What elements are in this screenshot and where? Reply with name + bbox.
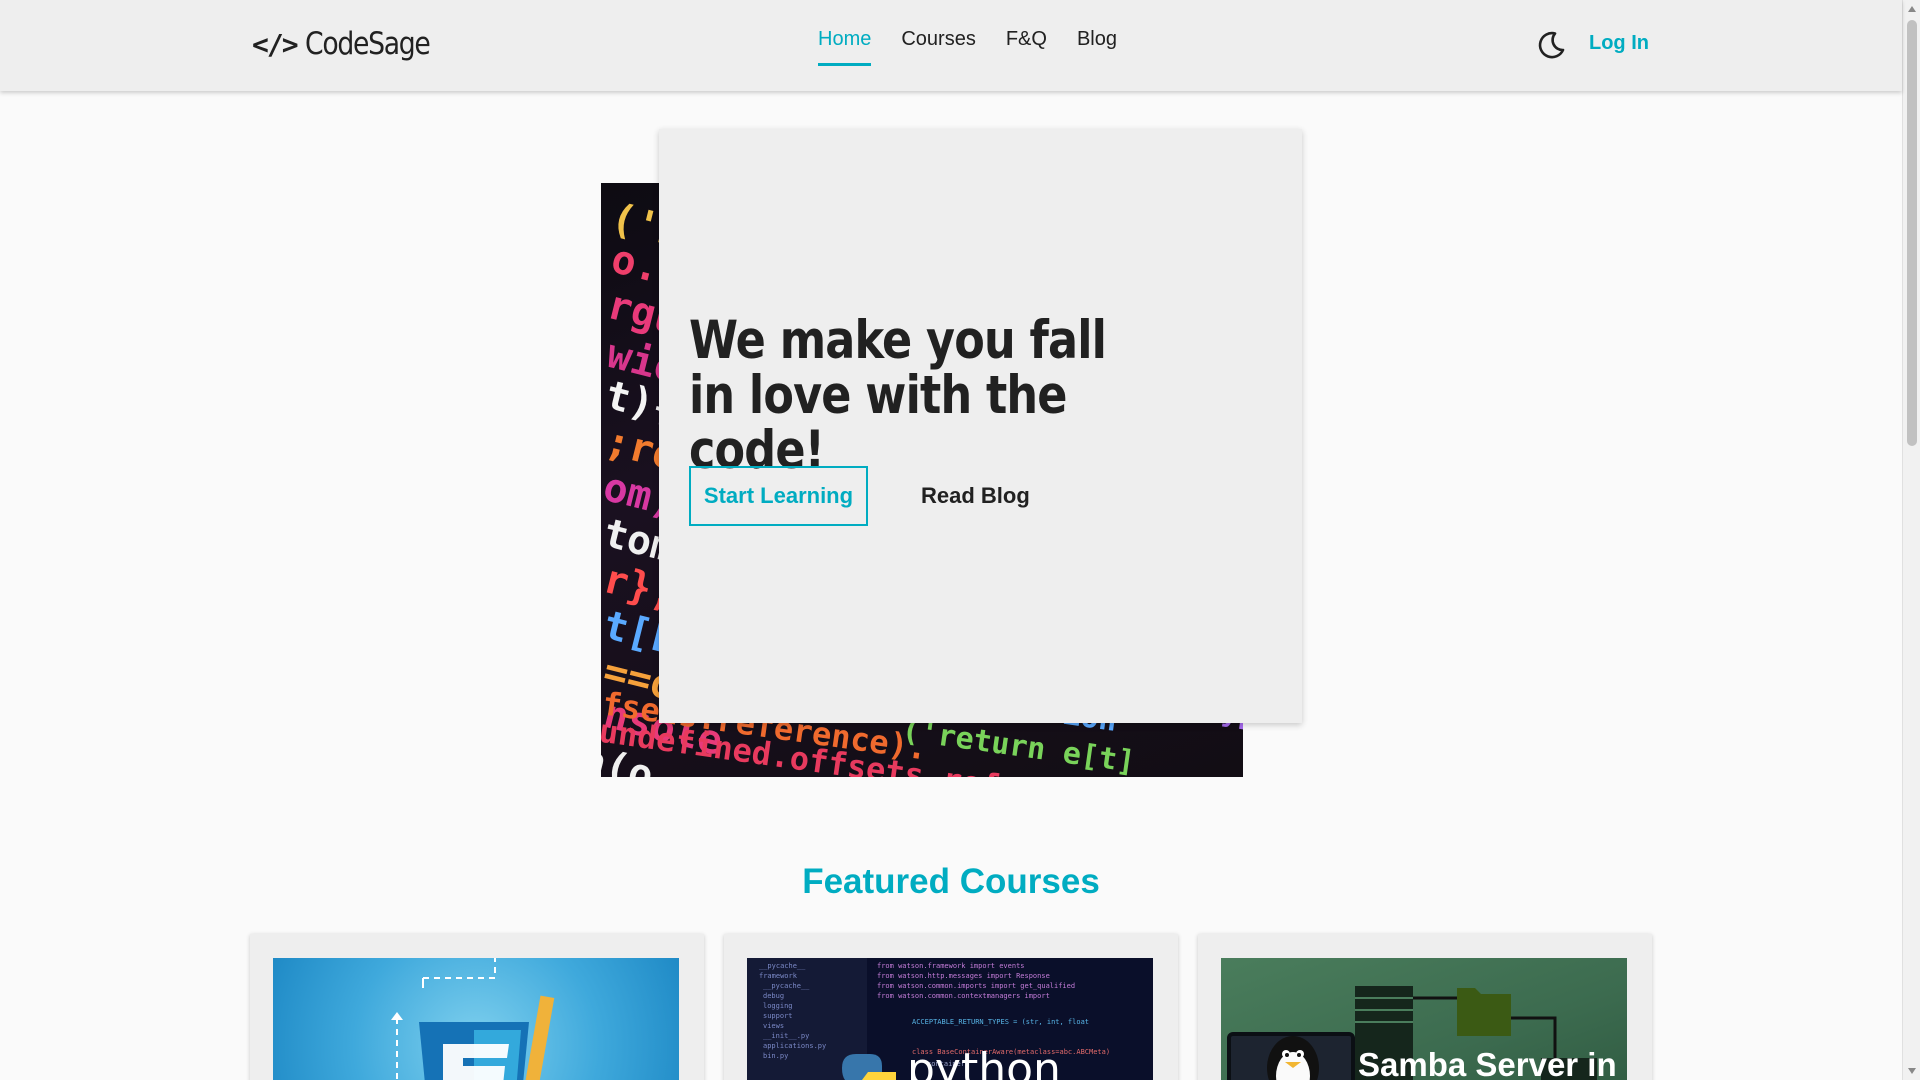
course-card-samba[interactable]: Samba Server in	[1198, 934, 1652, 1080]
css-course-image	[273, 958, 679, 1080]
svg-text:__pycache__: __pycache__	[759, 962, 806, 970]
nav-faq[interactable]: F&Q	[1006, 28, 1047, 66]
nav-home[interactable]: Home	[818, 28, 872, 66]
svg-text:support: support	[763, 1012, 793, 1020]
svg-text:debug: debug	[763, 992, 784, 1000]
svg-text:views: views	[763, 1022, 784, 1030]
featured-courses-title: Featured Courses	[802, 862, 1100, 901]
page-scrollbar[interactable]	[1902, 0, 1920, 1080]
course-card-css[interactable]	[250, 934, 704, 1080]
brand-name: CodeSage	[304, 26, 431, 62]
svg-text:ACCEPTABLE_RETURN_TYPES = (str: ACCEPTABLE_RETURN_TYPES = (str, int, flo…	[912, 1018, 1089, 1026]
css-logo-icon	[391, 958, 555, 1080]
scroll-thumb[interactable]	[1907, 20, 1917, 446]
scroll-down-arrow-icon[interactable]	[1908, 1068, 1916, 1074]
scroll-up-arrow-icon[interactable]	[1908, 6, 1916, 12]
python-course-image: __pycache__ framework __pycache__ debug log…	[747, 958, 1153, 1080]
main-nav: Home Courses F&Q Blog	[818, 28, 1117, 66]
svg-text:__init__.py: __init__.py	[763, 1032, 809, 1040]
top-navbar: </> CodeSage Home Courses F&Q Blog Log I…	[0, 0, 1902, 91]
moon-icon[interactable]	[1536, 30, 1566, 60]
svg-text:applications.py: applications.py	[763, 1042, 826, 1050]
code-brackets-icon: </>	[252, 27, 299, 61]
svg-text:logging: logging	[763, 1002, 793, 1010]
svg-text:from watson.common.imports imp: from watson.common.imports import get_qu…	[877, 982, 1075, 990]
samba-course-image: Samba Server in	[1221, 958, 1627, 1080]
course-card-python[interactable]: __pycache__ framework __pycache__ debug log…	[724, 934, 1178, 1080]
login-link[interactable]: Log In	[1589, 32, 1649, 55]
brand-logo[interactable]: </> CodeSage	[252, 26, 449, 62]
svg-text:bin.py: bin.py	[763, 1052, 788, 1060]
samba-label: Samba Server in	[1358, 1046, 1617, 1080]
nav-courses[interactable]: Courses	[901, 28, 975, 66]
svg-text:from watson.common.contextmana: from watson.common.contextmanagers impor…	[877, 992, 1050, 1000]
read-blog-button[interactable]: Read Blog	[899, 466, 1052, 526]
nav-blog[interactable]: Blog	[1077, 28, 1117, 66]
hero-title: We make you fall in love with the code!	[689, 310, 1107, 481]
start-learning-button[interactable]: Start Learning	[689, 466, 868, 526]
hero-card: We make you fall in love with the code! …	[659, 129, 1302, 723]
svg-text:from watson.framework import e: from watson.framework import events	[877, 962, 1025, 970]
python-label: python	[907, 1044, 1061, 1080]
svg-text:__pycache__: __pycache__	[763, 982, 810, 990]
svg-text:framework: framework	[759, 972, 798, 980]
svg-text:from watson.http.messages impo: from watson.http.messages import Respons…	[877, 972, 1050, 980]
